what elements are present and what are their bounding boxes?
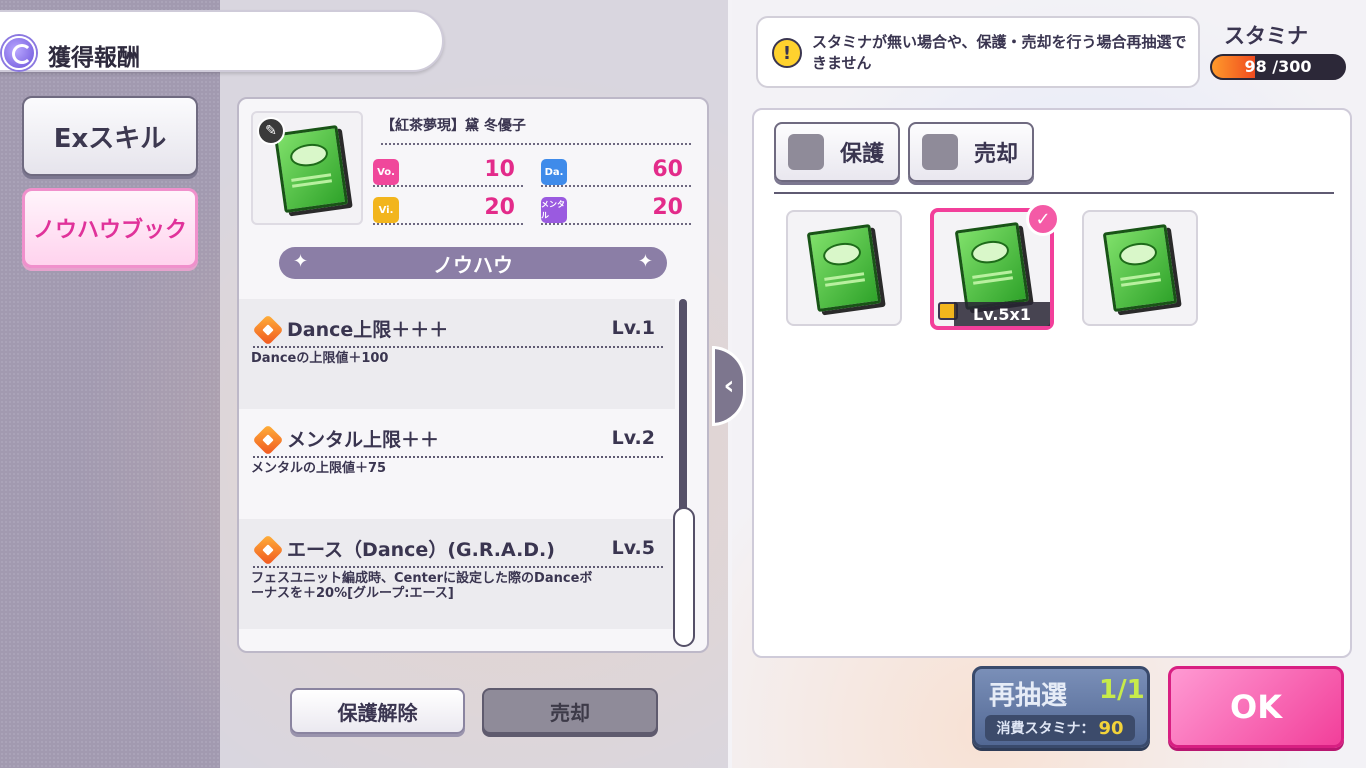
inventory-item-card[interactable]: [1082, 210, 1198, 326]
skill-diamond-icon: [252, 424, 284, 456]
tab-ex-skill[interactable]: Exスキル: [22, 96, 198, 176]
star-icon: ✦: [637, 251, 653, 272]
notice-text: スタミナが無い場合や、保護・売却を行う場合再抽選できません: [812, 33, 1187, 72]
star-icon: ✦: [293, 251, 309, 272]
mental-value: 20: [652, 195, 683, 220]
list-item: Dance上限＋＋＋ Lv.1 Danceの上限値＋100: [239, 299, 675, 409]
reroll-button[interactable]: 再抽選 1/1 消費スタミナ： 90: [972, 666, 1150, 748]
reroll-cost: 消費スタミナ： 90: [985, 715, 1135, 741]
skill-name: Dance上限＋＋＋: [287, 319, 449, 341]
list-item: メンタル上限＋＋ Lv.2 メンタルの上限値＋75: [239, 409, 675, 519]
divider: [774, 192, 1334, 194]
ok-button[interactable]: OK: [1168, 666, 1344, 748]
inventory-item-card[interactable]: [786, 210, 902, 326]
list-item: エース（Dance）(G.R.A.D.) Lv.5 フェスユニット編成時、Cen…: [239, 519, 675, 629]
reroll-label: 再抽選: [989, 681, 1068, 711]
skill-level: Lv.1: [611, 317, 655, 339]
knowhow-heading: ✦ ノウハウ ✦: [279, 247, 667, 279]
sell-filter-label: 売却: [974, 142, 1019, 167]
stat-vocal: Vo. 10: [373, 155, 523, 187]
unprotect-button[interactable]: 保護解除: [290, 688, 465, 734]
item-name: 【紅茶夢現】黛 冬優子: [381, 115, 691, 145]
pencil-icon[interactable]: ✎: [257, 117, 285, 145]
vocal-badge: Vo.: [373, 159, 399, 185]
warning-icon: !: [772, 38, 802, 68]
visual-badge: Vi.: [373, 197, 399, 223]
knowhow-book-icon: [806, 223, 882, 313]
skill-name-row: メンタル上限＋＋ Lv.2: [252, 424, 663, 458]
scrollbar-thumb[interactable]: [673, 507, 695, 647]
knowhow-book-icon: [273, 124, 349, 214]
inventory-item-card-selected[interactable]: ✓ Lv.5x1: [930, 202, 1060, 330]
item-level-tag: Lv.5x1: [954, 302, 1050, 326]
skill-level: Lv.2: [611, 427, 655, 449]
check-icon: ✓: [1026, 202, 1060, 236]
knowhow-book-icon: [1102, 223, 1178, 313]
reroll-cost-value: 90: [1098, 717, 1124, 739]
stamina-value: 98 /300: [1244, 57, 1312, 76]
visual-value: 20: [484, 195, 515, 220]
stat-dance: Da. 60: [541, 155, 691, 187]
stat-visual: Vi. 20: [373, 193, 523, 225]
reroll-cost-label: 消費スタミナ：: [996, 721, 1095, 737]
dance-badge: Da.: [541, 159, 567, 185]
reroll-count: 1/1: [1099, 675, 1145, 705]
title-bar: 獲得報酬: [0, 10, 444, 72]
stamina-label: スタミナ: [1224, 24, 1308, 48]
knowhow-book-icon: [954, 221, 1030, 311]
tab-knowhow-book[interactable]: ノウハウブック: [22, 188, 198, 268]
item-detail-panel: ✎ 【紅茶夢現】黛 冬優子 Vo. 10 Da. 60 Vi. 20 メンタル …: [237, 97, 709, 653]
sell-filter-button[interactable]: 売却: [908, 122, 1034, 182]
sell-button[interactable]: 売却: [482, 688, 658, 734]
skill-name-row: Dance上限＋＋＋ Lv.1: [252, 314, 663, 348]
skill-description: フェスユニット編成時、Centerに設定した際のDanceボーナスを＋20%[グ…: [251, 571, 593, 601]
skill-name: メンタル上限＋＋: [287, 429, 440, 451]
skill-diamond-icon: [252, 534, 284, 566]
knowhow-skill-list[interactable]: Dance上限＋＋＋ Lv.1 Danceの上限値＋100 メンタル上限＋＋ L…: [239, 299, 675, 643]
knowhow-heading-text: ノウハウ: [433, 252, 513, 277]
skill-name: エース（Dance）(G.R.A.D.): [287, 539, 555, 561]
skill-level: Lv.5: [611, 537, 655, 559]
skill-name-row: エース（Dance）(G.R.A.D.) Lv.5: [252, 534, 663, 568]
notice-box: ! スタミナが無い場合や、保護・売却を行う場合再抽選できません: [756, 16, 1200, 88]
tab-knowhow-book-label: ノウハウブック: [32, 218, 187, 243]
stat-mental: メンタル 20: [541, 193, 691, 225]
reward-icon: [2, 36, 36, 70]
knowhow-inventory: 保護 売却 ✓ Lv.5x1: [752, 108, 1352, 658]
tab-ex-skill-label: Exスキル: [53, 123, 167, 154]
stamina-bar: 98 /300: [1210, 54, 1346, 80]
page-title: 獲得報酬: [48, 45, 140, 71]
skill-description: メンタルの上限値＋75: [251, 461, 387, 476]
item-thumbnail: ✎: [251, 111, 363, 225]
skill-diamond-icon: [252, 314, 284, 346]
checkbox-icon: [788, 134, 824, 170]
protect-filter-label: 保護: [840, 142, 885, 167]
chevron-left-icon: ‹: [723, 371, 735, 401]
dance-value: 60: [652, 157, 683, 182]
skill-description: Danceの上限値＋100: [251, 351, 389, 366]
checkbox-icon: [922, 134, 958, 170]
protect-filter-button[interactable]: 保護: [774, 122, 900, 182]
mental-badge: メンタル: [541, 197, 567, 223]
vocal-value: 10: [484, 157, 515, 182]
